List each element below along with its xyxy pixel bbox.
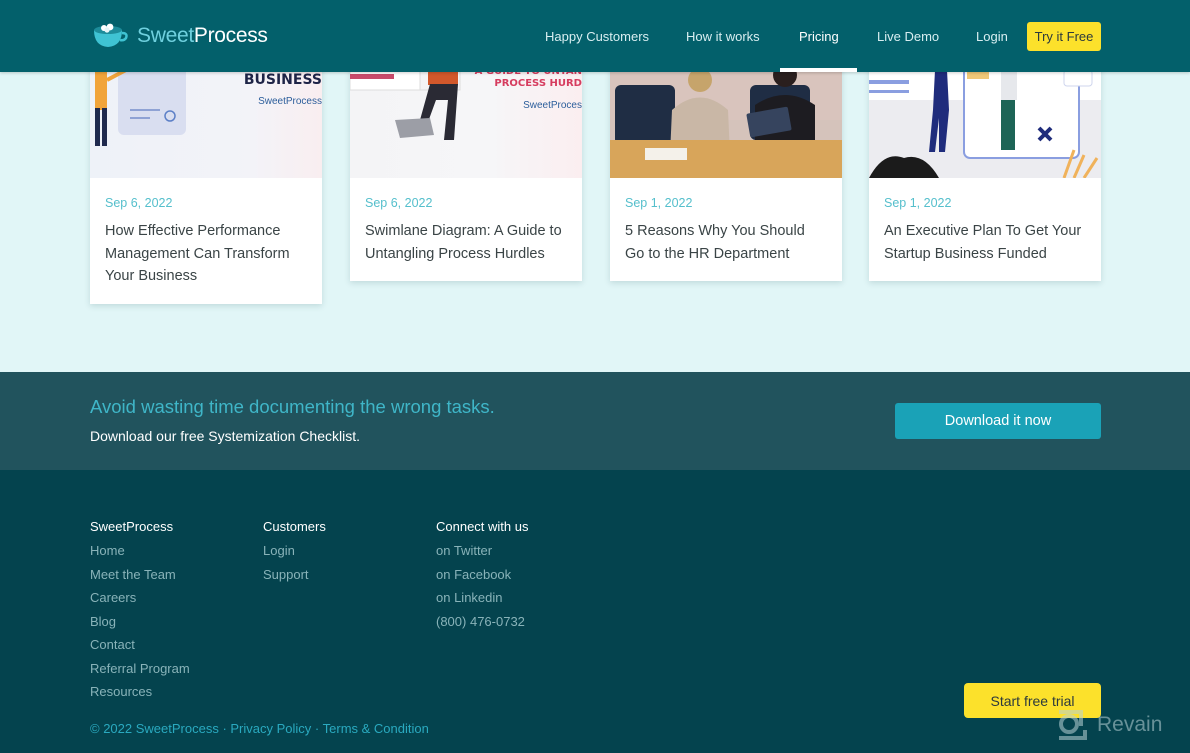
footer-link-login[interactable]: Login — [263, 543, 326, 567]
copyright-text: © 2022 SweetProcess — [90, 721, 219, 736]
try-it-free-button[interactable]: Try it Free — [1027, 22, 1101, 51]
card-title[interactable]: Swimlane Diagram: A Guide to Untangling … — [365, 220, 567, 265]
card-image-brand: SweetProces — [523, 100, 582, 111]
footer-link-twitter[interactable]: on Twitter — [436, 543, 529, 567]
card-date: Sep 6, 2022 — [105, 196, 173, 210]
footer-link-home[interactable]: Home — [90, 543, 190, 567]
card-date: Sep 6, 2022 — [365, 196, 433, 210]
privacy-policy-link[interactable]: Privacy Policy — [230, 721, 311, 736]
revain-logo-icon — [1059, 710, 1087, 740]
blog-card[interactable]: MANAGEMENT TRANSFORM Y BUSINESS SweetPro… — [90, 40, 322, 304]
footer-link-support[interactable]: Support — [263, 567, 326, 591]
blog-card[interactable]: Sep 1, 2022 5 Reasons Why You Should Go … — [610, 40, 842, 281]
footer-column-sweetprocess: SweetProcess Home Meet the Team Careers … — [90, 519, 190, 708]
nav-live-demo[interactable]: Live Demo — [877, 29, 939, 44]
nav-how-it-works[interactable]: How it works — [686, 29, 760, 44]
nav-login[interactable]: Login — [976, 29, 1008, 44]
footer-link-contact[interactable]: Contact — [90, 637, 190, 661]
site-footer: SweetProcess Home Meet the Team Careers … — [0, 470, 1190, 753]
blog-card[interactable]: DIAGRA A GUIDE TO UNTAN PROCESS HURD Swe… — [350, 40, 582, 281]
footer-link-resources[interactable]: Resources — [90, 684, 190, 708]
download-it-now-button[interactable]: Download it now — [895, 403, 1101, 439]
revain-text: Revain — [1097, 713, 1163, 736]
card-date: Sep 1, 2022 — [884, 196, 952, 210]
footer-link-linkedin[interactable]: on Linkedin — [436, 590, 529, 614]
footer-link-referral-program[interactable]: Referral Program — [90, 661, 190, 685]
active-nav-indicator — [780, 68, 857, 72]
cta-headline: Avoid wasting time documenting the wrong… — [90, 396, 495, 417]
footer-link-facebook[interactable]: on Facebook — [436, 567, 529, 591]
site-header: SweetProcess Happy Customers How it work… — [0, 0, 1190, 72]
footer-link-blog[interactable]: Blog — [90, 614, 190, 638]
footer-phone[interactable]: (800) 476-0732 — [436, 614, 529, 638]
logo[interactable]: SweetProcess — [91, 22, 268, 50]
cta-subtext: Download our free Systemization Checklis… — [90, 428, 361, 444]
checklist-cta-band: Avoid wasting time documenting the wrong… — [0, 372, 1190, 470]
separator: · — [218, 721, 231, 736]
logo-text: SweetProcess — [137, 24, 268, 47]
cup-logo-icon — [94, 23, 128, 47]
nav-pricing[interactable]: Pricing — [799, 29, 839, 44]
footer-heading: Connect with us — [436, 519, 529, 534]
card-image-brand: SweetProcess — [258, 96, 322, 107]
card-title[interactable]: 5 Reasons Why You Should Go to the HR De… — [625, 220, 827, 265]
card-date: Sep 1, 2022 — [625, 196, 693, 210]
separator: · — [311, 721, 323, 736]
card-title[interactable]: An Executive Plan To Get Your Startup Bu… — [884, 220, 1086, 265]
footer-column-customers: Customers Login Support — [263, 519, 326, 590]
footer-heading: SweetProcess — [90, 519, 174, 534]
nav-happy-customers[interactable]: Happy Customers — [545, 29, 649, 44]
blog-card[interactable]: Sep 1, 2022 An Executive Plan To Get You… — [869, 40, 1101, 281]
revain-watermark: Revain — [1055, 708, 1162, 742]
card-title[interactable]: How Effective Performance Management Can… — [105, 220, 307, 288]
footer-column-connect: Connect with us on Twitter on Facebook o… — [436, 519, 529, 637]
copyright-line: © 2022 SweetProcess · Privacy Policy · T… — [90, 721, 429, 736]
footer-link-meet-the-team[interactable]: Meet the Team — [90, 567, 190, 591]
footer-heading: Customers — [263, 519, 326, 534]
footer-link-careers[interactable]: Careers — [90, 590, 190, 614]
terms-link[interactable]: Terms & Condition — [323, 721, 429, 736]
